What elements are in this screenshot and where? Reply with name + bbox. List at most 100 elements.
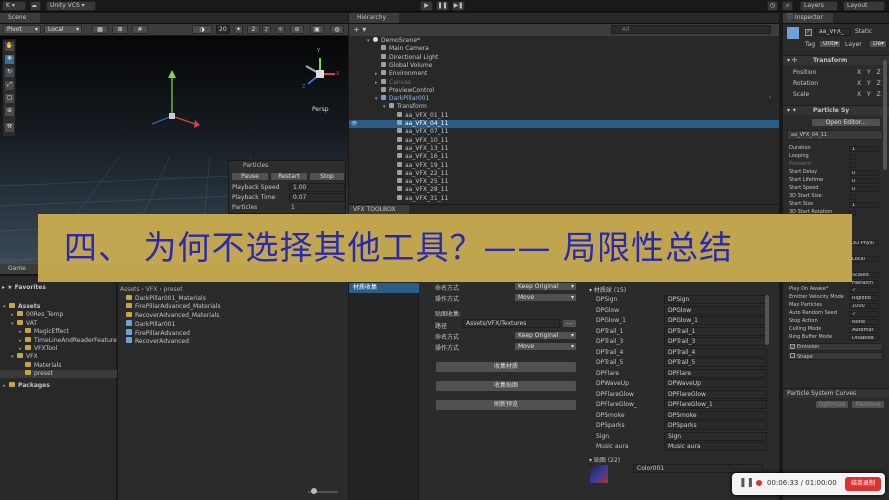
persp-label[interactable]: Persp [312, 106, 329, 113]
hierarchy-row[interactable]: ▾ DemoScene* [349, 37, 779, 45]
material-field[interactable]: DPSmoke [664, 410, 767, 420]
folder-tree-item[interactable]: ▸ TimeLineAndReaderFeature [0, 336, 117, 345]
snap-increment-icon[interactable]: ⊞ [112, 25, 128, 34]
hierarchy-row[interactable]: Global Volume [349, 61, 779, 70]
hierarchy-row[interactable]: aa_VFX_01_11 [349, 111, 779, 120]
version-control-dropdown[interactable]: Unity VCS ▾ [46, 1, 96, 11]
material-field[interactable]: DPTrail_1 [664, 326, 767, 336]
project-file-item[interactable]: FirePillarAdvanced_Materials [126, 303, 336, 311]
transform-axes[interactable]: X Y Z [857, 80, 883, 87]
project-file-item[interactable]: RecoverAdvanced [126, 337, 336, 345]
folder-tree-item[interactable]: ▸ 00Res_Temp [0, 311, 117, 319]
particle-prop-field[interactable]: ✓ [849, 286, 879, 293]
material-field[interactable]: DPGlow [664, 305, 767, 315]
texture-thumbnail[interactable] [590, 465, 608, 483]
tab-inspector[interactable]: ⓘ Inspector [783, 13, 833, 23]
account-dropdown[interactable]: K ▾ [2, 1, 26, 11]
texture-field[interactable]: Color001 [633, 464, 763, 473]
folder-tree-item[interactable]: ▸ MagicEffect [0, 328, 117, 336]
path-input[interactable]: Assets/VFX/Textures [462, 319, 560, 328]
folder-tree-item[interactable]: ▾ VFX [0, 353, 117, 361]
module-checkbox[interactable] [790, 353, 795, 358]
rotate-tool-icon[interactable]: ↻ [4, 67, 15, 78]
particle-module-row[interactable]: ✓ Emission [787, 343, 883, 351]
hierarchy-row[interactable]: aa_VFX_28_11 [349, 186, 779, 194]
grid-snap-icon[interactable]: ▦ [92, 25, 108, 34]
particle-prop-field[interactable] [849, 161, 856, 168]
custom-tool-icon[interactable]: ⚒ [4, 122, 15, 133]
tab-game[interactable]: Game [0, 264, 40, 274]
material-field[interactable]: DPTrail_3 [664, 337, 767, 346]
folder-tree-item[interactable]: preset [0, 370, 117, 379]
particle-prop-field[interactable]: Local [849, 256, 879, 262]
operation-dropdown[interactable]: Move [514, 293, 577, 302]
restart-button[interactable]: Restart [270, 172, 308, 181]
particle-prop-field[interactable]: 1 [849, 145, 879, 152]
hierarchy-row[interactable]: aa_VFX_25_11 [349, 178, 779, 186]
stop-button[interactable]: Stop [309, 172, 345, 181]
material-field[interactable]: DPSign [664, 295, 767, 304]
grid-size-field[interactable]: 20 [216, 25, 230, 34]
hierarchy-row[interactable]: aa_VFX_07_11 [349, 128, 779, 136]
particle-prop-field[interactable]: None [849, 318, 879, 325]
tex-operation-dropdown[interactable]: Move [514, 342, 577, 351]
particle-prop-field[interactable]: ✓ [849, 310, 879, 317]
project-file-item[interactable]: FirePillarAdvanced [126, 328, 336, 337]
rect-tool-icon[interactable]: ▢ [4, 93, 15, 104]
material-field[interactable]: DPFlare [664, 368, 767, 378]
visibility-icon[interactable]: 👁 [351, 120, 357, 128]
cloud-icon[interactable]: ☁ [30, 1, 41, 11]
transform-axes[interactable]: X Y Z [857, 69, 883, 76]
browse-button[interactable]: ... [562, 319, 577, 328]
particle-module-row[interactable]: Shape [787, 352, 883, 360]
hierarchy-row[interactable]: aa_VFX_22_11 [349, 169, 779, 178]
move-tool-icon[interactable]: ✥ [4, 54, 15, 65]
layer-dropdown[interactable]: De [869, 40, 887, 48]
gizmos-icon[interactable]: ◍ [330, 25, 344, 34]
particle-prop-field[interactable]: Hierarch [849, 280, 879, 286]
hierarchy-row[interactable]: ▾ DarkPillar001 [349, 95, 779, 103]
draw-mode-icon[interactable]: ◑ [192, 25, 212, 34]
material-field[interactable]: DPFlareGlow [664, 389, 767, 399]
hierarchy-row[interactable]: aa_VFX_13_11 [349, 144, 779, 153]
pause-icon[interactable]: ❚❚ [436, 1, 449, 11]
tab-scene[interactable]: Scene [0, 13, 40, 23]
folder-tree-item[interactable]: Materials [0, 361, 117, 370]
hand-tool-icon[interactable]: ✋ [4, 41, 15, 52]
material-field[interactable]: DPSparks [664, 421, 767, 430]
hierarchy-row[interactable]: ▸ Canvas [349, 78, 779, 87]
material-field[interactable]: DPTrail_5 [664, 358, 767, 367]
hierarchy-row[interactable]: aa_VFX_10_11 [349, 136, 779, 145]
hierarchy-row[interactable]: Directional Light [349, 53, 779, 62]
hierarchy-row[interactable]: aa_VFX_31_11 [349, 194, 779, 203]
curves-header[interactable]: Particle System Curves [783, 388, 889, 398]
lighting-icon[interactable]: ✦ [234, 25, 243, 34]
refresh-preview-button[interactable]: 刷新预览 [435, 399, 577, 411]
project-file-item[interactable]: DarkPillar001_Materials [126, 295, 336, 303]
hierarchy-row[interactable]: Main Camera [349, 45, 779, 53]
hierarchy-search-input[interactable]: All [611, 25, 771, 34]
2d-toggle-icon[interactable]: 2 [247, 25, 260, 34]
particle-prop-field[interactable]: Rigidbo [849, 294, 879, 301]
scale-tool-icon[interactable]: ⤢ [4, 80, 15, 91]
collect-materials-button[interactable]: 收集材质 [435, 361, 577, 373]
material-field[interactable]: Music aura [664, 442, 767, 451]
inspector-scrollbar[interactable] [883, 60, 887, 170]
orientation-gizmo[interactable]: Y X Z Persp [300, 48, 340, 113]
tex-naming-dropdown[interactable]: Keep Original [514, 331, 577, 340]
particle-system-header[interactable]: ▾ ✦ Particle Sy [783, 105, 889, 115]
materials-scrollbar[interactable] [765, 295, 769, 345]
naming-dropdown[interactable]: Keep Original [514, 282, 577, 291]
pause-button[interactable]: Pause [231, 172, 269, 181]
material-field[interactable]: DPTrail_4 [664, 347, 767, 357]
search-icon[interactable]: ⌕ [782, 1, 793, 11]
hierarchy-row[interactable]: PreviewControl [349, 86, 779, 95]
hierarchy-row[interactable]: aa_VFX_04_11 👁 [349, 120, 779, 128]
audio-icon[interactable]: ♪ [262, 25, 271, 34]
hidden-objects-icon[interactable]: ⊘ [290, 25, 304, 34]
step-icon[interactable]: ▶❚ [452, 1, 465, 11]
material-field[interactable]: Sign [664, 431, 767, 441]
project-breadcrumb[interactable]: Assets › VFX › preset [120, 286, 183, 293]
folder-tree-item[interactable]: ▾ VAT [0, 319, 117, 328]
particle-prop-field[interactable]: Disabled [849, 334, 879, 341]
